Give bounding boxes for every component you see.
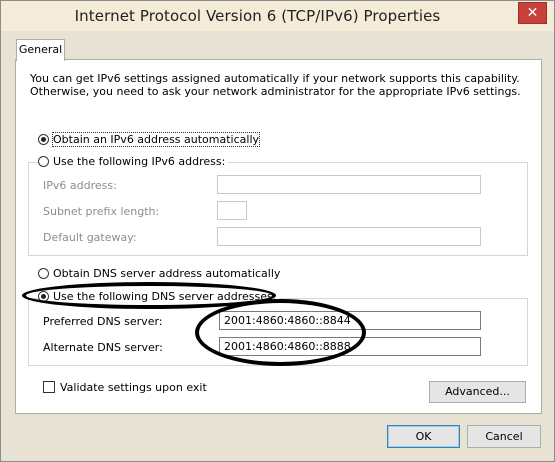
tab-general[interactable]: General [16, 39, 65, 61]
obtain-dns-auto-label: Obtain DNS server address automatically [53, 267, 281, 280]
alternate-dns-label: Alternate DNS server: [43, 341, 163, 354]
close-icon: ✕ [526, 5, 539, 21]
close-button[interactable]: ✕ [518, 2, 547, 24]
advanced-button[interactable]: Advanced... [429, 381, 526, 403]
title-bar[interactable]: Internet Protocol Version 6 (TCP/IPv6) P… [1, 1, 554, 31]
validate-settings-label: Validate settings upon exit [60, 381, 207, 394]
default-gateway-field [217, 227, 481, 246]
ok-button[interactable]: OK [387, 425, 460, 448]
radio-selected-icon [38, 134, 49, 145]
validate-settings-checkbox[interactable] [43, 381, 55, 393]
radio-unselected-icon [38, 156, 49, 167]
obtain-dns-auto-radio[interactable]: Obtain DNS server address automatically [38, 267, 284, 280]
obtain-ipv6-auto-label: Obtain an IPv6 address automatically [51, 132, 261, 147]
preferred-dns-label: Preferred DNS server: [43, 315, 163, 328]
annotation-ellipse-dns-values [195, 299, 366, 366]
ipv6-address-field [217, 175, 481, 194]
ipv6-address-label: IPv6 address: [43, 179, 117, 192]
window-title: Internet Protocol Version 6 (TCP/IPv6) P… [74, 7, 441, 25]
dialog-window: Internet Protocol Version 6 (TCP/IPv6) P… [0, 0, 555, 462]
intro-text: You can get IPv6 settings assigned autom… [30, 72, 521, 98]
cancel-button[interactable]: Cancel [467, 425, 541, 448]
use-following-ipv6-radio[interactable]: Use the following IPv6 address: [38, 155, 229, 168]
default-gateway-label: Default gateway: [43, 231, 137, 244]
subnet-prefix-field [217, 201, 247, 220]
subnet-prefix-label: Subnet prefix length: [43, 205, 160, 218]
obtain-ipv6-auto-radio[interactable]: Obtain an IPv6 address automatically [38, 132, 263, 147]
use-following-ipv6-label: Use the following IPv6 address: [53, 155, 226, 168]
radio-unselected-icon [38, 268, 49, 279]
